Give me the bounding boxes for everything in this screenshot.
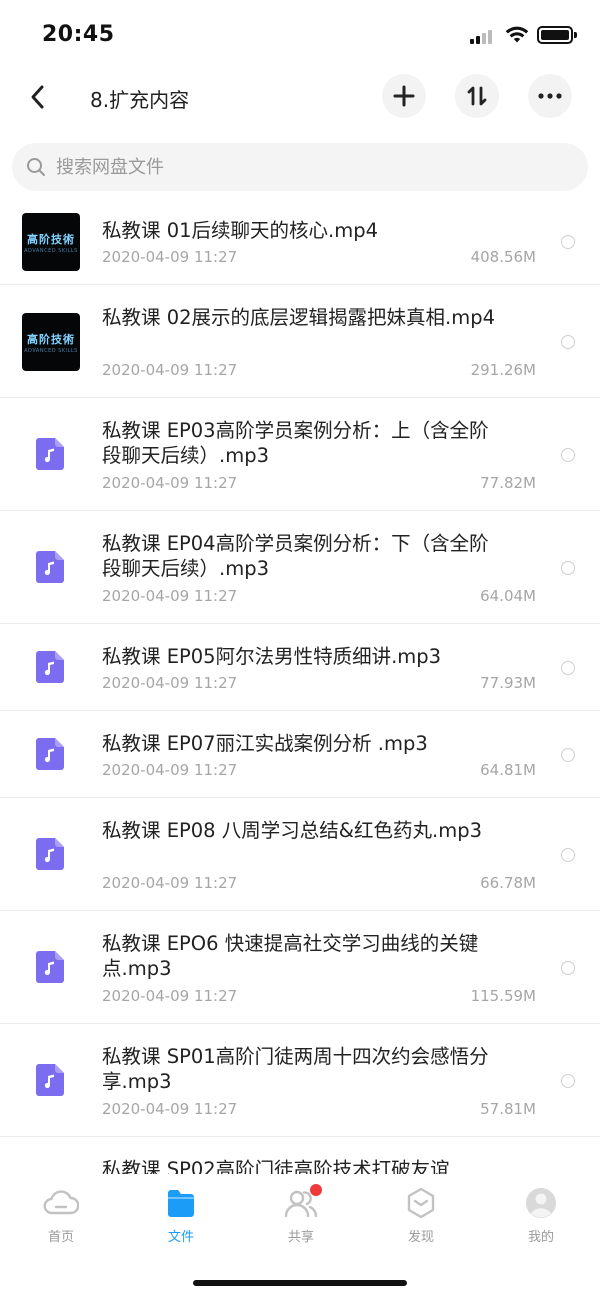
tab-label: 我的 bbox=[527, 1230, 554, 1245]
video-thumbnail: 高阶技術 ADVANCED SKILLS bbox=[22, 213, 80, 271]
tab-label: 共享 bbox=[287, 1230, 314, 1245]
file-name: 私教课 EP05阿尔法男性特质细讲.mp3 bbox=[102, 645, 442, 668]
select-checkbox[interactable] bbox=[561, 448, 575, 462]
navigation-bar: 8.扩充内容 bbox=[0, 72, 600, 122]
music-file-icon bbox=[36, 951, 64, 983]
file-name: 私教课 01后续聊天的核心.mp4 bbox=[102, 219, 378, 242]
file-name: 私教课 EP04高阶学员案例分析：下（含全阶段聊天后续）.mp3 bbox=[102, 532, 489, 580]
music-file-icon bbox=[36, 1064, 64, 1096]
file-row[interactable]: 高阶技術 ADVANCED SKILLS 私教课 01后续聊天的核心.mp4 2… bbox=[0, 198, 600, 285]
file-row[interactable]: 高阶技術 ADVANCED SKILLS 私教课 02展示的底层逻辑揭露把妹真相… bbox=[0, 285, 600, 398]
select-checkbox[interactable] bbox=[561, 961, 575, 975]
avatar-icon bbox=[526, 1188, 556, 1218]
file-row[interactable]: 私教课 EP07丽江实战案例分析 .mp3 2020-04-09 11:27 6… bbox=[0, 711, 600, 798]
folder-icon bbox=[168, 1190, 194, 1217]
file-date: 2020-04-09 11:27 bbox=[102, 761, 238, 779]
select-checkbox[interactable] bbox=[561, 335, 575, 349]
file-name: 私教课 EP07丽江实战案例分析 .mp3 bbox=[102, 732, 428, 755]
file-date: 2020-04-09 11:27 bbox=[102, 674, 238, 692]
tab-files[interactable]: 文件 bbox=[131, 1186, 231, 1248]
file-size: 115.59M bbox=[470, 987, 536, 1005]
tab-share[interactable]: 共享 bbox=[251, 1184, 351, 1248]
file-size: 64.81M bbox=[480, 761, 536, 779]
file-row[interactable]: 私教课 EP03高阶学员案例分析：上（含全阶段聊天后续）.mp3 2020-04… bbox=[0, 398, 600, 511]
file-size: 408.56M bbox=[470, 248, 536, 266]
more-button[interactable] bbox=[528, 74, 572, 118]
file-row[interactable]: 私教课 EP04高阶学员案例分析：下（含全阶段聊天后续）.mp3 2020-04… bbox=[0, 511, 600, 624]
music-file-icon bbox=[36, 438, 64, 470]
battery-icon bbox=[537, 26, 577, 44]
file-row[interactable]: 私教课 SP01高阶门徒两周十四次约会感悟分享.mp3 2020-04-09 1… bbox=[0, 1024, 600, 1137]
file-date: 2020-04-09 11:27 bbox=[102, 248, 238, 266]
select-checkbox[interactable] bbox=[561, 748, 575, 762]
search-bar[interactable] bbox=[12, 143, 588, 191]
file-name: 私教课 EP03高阶学员案例分析：上（含全阶段聊天后续）.mp3 bbox=[102, 419, 489, 467]
status-bar: 20:45 bbox=[0, 0, 600, 72]
file-row[interactable]: 私教课 SP02高阶门徒高阶技术打破友谊 bbox=[0, 1137, 600, 1174]
file-size: 57.81M bbox=[480, 1100, 536, 1118]
select-checkbox[interactable] bbox=[561, 661, 575, 675]
file-name: 私教课 02展示的底层逻辑揭露把妹真相.mp4 bbox=[102, 306, 495, 329]
select-checkbox[interactable] bbox=[561, 235, 575, 249]
file-size: 64.04M bbox=[480, 587, 536, 605]
file-size: 77.82M bbox=[480, 474, 536, 492]
file-date: 2020-04-09 11:27 bbox=[102, 361, 238, 379]
people-icon-wrap bbox=[283, 1184, 322, 1220]
thumbnail-logo-text: 高阶技術 bbox=[27, 232, 75, 246]
tab-profile[interactable]: 我的 bbox=[491, 1186, 591, 1248]
file-date: 2020-04-09 11:27 bbox=[102, 587, 238, 605]
music-file-icon bbox=[36, 838, 64, 870]
add-button[interactable] bbox=[382, 74, 426, 118]
file-row[interactable]: 私教课 EP08 八周学习总结&红色药丸.mp3 2020-04-09 11:2… bbox=[0, 798, 600, 911]
search-icon bbox=[27, 158, 45, 176]
select-checkbox[interactable] bbox=[561, 848, 575, 862]
file-name: 私教课 EP08 八周学习总结&红色药丸.mp3 bbox=[102, 819, 482, 842]
wifi-icon bbox=[505, 26, 529, 43]
music-file-icon bbox=[36, 738, 64, 770]
page-title: 8.扩充内容 bbox=[90, 88, 190, 112]
tab-label: 首页 bbox=[47, 1230, 74, 1245]
file-size: 77.93M bbox=[480, 674, 536, 692]
file-size: 291.26M bbox=[470, 361, 536, 379]
file-name: 私教课 SP02高阶门徒高阶技术打破友谊 bbox=[102, 1158, 450, 1174]
select-checkbox[interactable] bbox=[561, 561, 575, 575]
thumbnail-logo-text: 高阶技術 bbox=[27, 332, 75, 346]
file-row[interactable]: 私教课 EPO6 快速提高社交学习曲线的关键点.mp3 2020-04-09 1… bbox=[0, 911, 600, 1024]
file-row[interactable]: 私教课 EP05阿尔法男性特质细讲.mp3 2020-04-09 11:27 7… bbox=[0, 624, 600, 711]
file-date: 2020-04-09 11:27 bbox=[102, 1100, 238, 1118]
tab-label: 文件 bbox=[167, 1230, 194, 1245]
video-thumbnail: 高阶技術 ADVANCED SKILLS bbox=[22, 313, 80, 371]
file-size: 66.78M bbox=[480, 874, 536, 892]
tab-home[interactable]: 首页 bbox=[11, 1186, 111, 1248]
notification-badge bbox=[310, 1184, 322, 1196]
file-name: 私教课 SP01高阶门徒两周十四次约会感悟分享.mp3 bbox=[102, 1045, 489, 1093]
back-button[interactable] bbox=[22, 80, 52, 114]
thumbnail-caption: ADVANCED SKILLS bbox=[24, 347, 78, 354]
discover-icon bbox=[407, 1187, 435, 1219]
sort-icon bbox=[467, 86, 487, 106]
sort-button[interactable] bbox=[455, 74, 499, 118]
file-date: 2020-04-09 11:27 bbox=[102, 474, 238, 492]
file-name: 私教课 EPO6 快速提高社交学习曲线的关键点.mp3 bbox=[102, 932, 479, 980]
chevron-left-icon bbox=[31, 85, 44, 109]
search-input[interactable] bbox=[56, 156, 536, 178]
status-time: 20:45 bbox=[42, 22, 115, 47]
select-checkbox[interactable] bbox=[561, 1074, 575, 1088]
thumbnail-caption: ADVANCED SKILLS bbox=[24, 247, 78, 254]
file-list: 高阶技術 ADVANCED SKILLS 私教课 01后续聊天的核心.mp4 2… bbox=[0, 198, 600, 1174]
tab-label: 发现 bbox=[407, 1230, 434, 1245]
file-date: 2020-04-09 11:27 bbox=[102, 874, 238, 892]
file-date: 2020-04-09 11:27 bbox=[102, 987, 238, 1005]
tab-discover[interactable]: 发现 bbox=[371, 1186, 471, 1248]
music-file-icon bbox=[36, 651, 64, 683]
cellular-signal-icon bbox=[470, 28, 496, 44]
cloud-icon bbox=[43, 1190, 79, 1215]
more-dots-icon bbox=[538, 93, 562, 99]
music-file-icon bbox=[36, 551, 64, 583]
plus-icon bbox=[393, 85, 415, 107]
home-indicator[interactable] bbox=[193, 1280, 407, 1286]
